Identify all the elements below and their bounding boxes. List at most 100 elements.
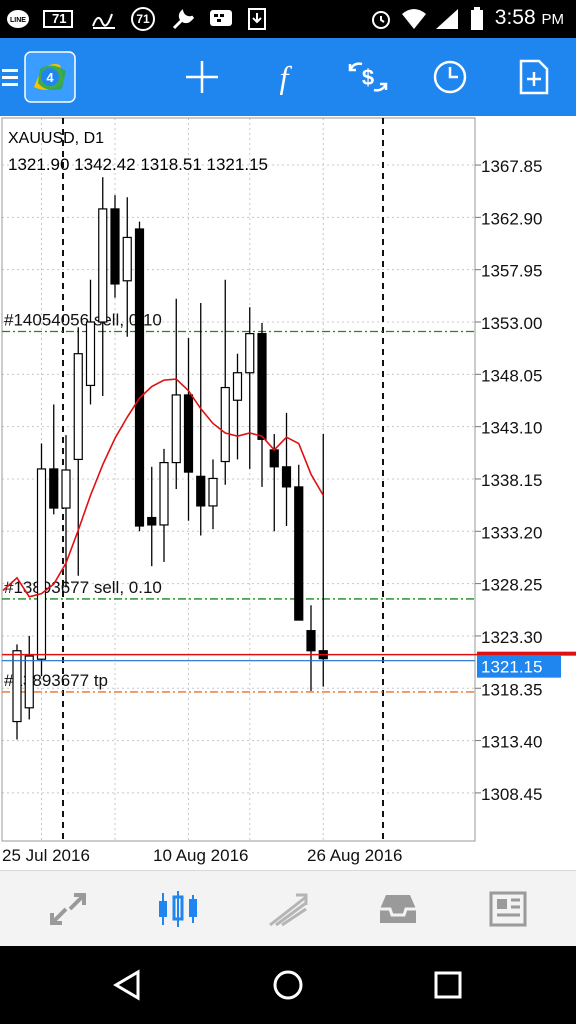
candle-body-bull: [220, 386, 230, 463]
chart-area[interactable]: #14054056 sell, 0.10 #13893677 sell, 0.10…: [0, 116, 576, 870]
x-axis-label: 26 Aug 2016: [307, 846, 402, 865]
candle: [134, 221, 145, 532]
candle-body-bear: [281, 466, 292, 488]
candle: [281, 412, 292, 527]
candle: [269, 434, 279, 532]
candle-body-bull: [73, 353, 83, 461]
y-tick-label: 1308.45: [481, 785, 542, 804]
candle-body-bull: [61, 469, 71, 509]
candle-body-bull: [12, 650, 22, 723]
candle: [294, 464, 304, 621]
candle: [110, 195, 120, 298]
candle-body-bear: [49, 468, 59, 509]
chart-grid: [2, 118, 475, 841]
y-tick-label: 1318.35: [481, 680, 542, 699]
clock-icon[interactable]: [420, 38, 480, 116]
chart-symbol: XAUUSD, D1: [8, 130, 104, 147]
y-tick-label: 1313.40: [481, 733, 542, 752]
add-document-icon[interactable]: [504, 38, 564, 116]
chart-ohlc: 1321.90 1342.42 1318.51 1321.15: [8, 155, 268, 174]
y-tick-label: 1333.20: [481, 523, 542, 542]
status-time-ampm: PM: [541, 11, 565, 28]
chart-frame: [1, 117, 476, 842]
badge-71-text: 71: [136, 12, 150, 26]
candle-body-bear: [110, 208, 120, 285]
function-glyph: f: [279, 58, 289, 95]
wrench-icon: [170, 8, 196, 30]
notification-71-icon: 71: [36, 8, 78, 30]
price-chart[interactable]: #14054056 sell, 0.10#13893677 sell, 0.10…: [0, 116, 576, 870]
y-axis-ticks: 1367.85 1362.90 1357.95 1353.00 1348.05 1343.…: [475, 157, 542, 804]
trade-icon[interactable]: $: [338, 38, 398, 116]
alarm-icon: [368, 8, 394, 30]
price-badge-text: 1321.15: [481, 658, 542, 677]
y-tick-label: 1328.25: [481, 576, 542, 595]
crosshair-icon[interactable]: [172, 38, 232, 116]
candle-body-bear: [269, 449, 279, 468]
system-nav: [0, 946, 576, 1024]
candle-body-bull: [232, 372, 243, 401]
y-tick-label: 1367.85: [481, 157, 542, 176]
bottom-nav: [0, 870, 576, 947]
battery-icon: [470, 7, 484, 30]
download-icon: [246, 8, 268, 30]
y-tick-label: 1323.30: [481, 628, 542, 647]
candle: [12, 644, 22, 740]
candle: [98, 177, 108, 396]
home-icon[interactable]: [243, 946, 333, 1024]
candle: [318, 434, 328, 687]
history-inbox-icon[interactable]: [358, 871, 438, 947]
candle-body-bull: [24, 655, 34, 709]
wifi-icon: [400, 8, 428, 30]
status-time: 3:58 PM: [495, 6, 564, 30]
x-axis-label: 10 Aug 2016: [153, 846, 248, 865]
function-icon[interactable]: f: [254, 38, 314, 116]
candle-body-bull: [208, 477, 218, 507]
signature-icon: [90, 8, 118, 30]
top-toolbar: 4 f $: [0, 38, 576, 116]
badge-71-icon: 71: [128, 7, 158, 31]
y-tick-label: 1338.15: [481, 471, 542, 490]
candle: [220, 279, 230, 485]
candle-body-bear: [147, 516, 157, 526]
bid-marker: [477, 651, 576, 656]
y-tick-label: 1353.00: [481, 314, 542, 333]
svg-text:LINE: LINE: [10, 17, 26, 24]
candle-body-bear: [294, 486, 304, 621]
y-tick-label: 1362.90: [481, 209, 542, 228]
candle-body-bear: [183, 394, 194, 473]
status-bar: LINE 71 71 3:58 PM: [0, 0, 576, 38]
svg-text:$: $: [362, 65, 374, 90]
candle-body-bull: [122, 236, 132, 282]
candle: [147, 466, 157, 567]
back-icon[interactable]: [82, 946, 172, 1024]
metatrader-logo-icon[interactable]: 4: [22, 38, 78, 116]
candle-body-bull: [36, 468, 47, 660]
menu-icon[interactable]: [0, 38, 22, 116]
bbm-icon: [208, 8, 234, 30]
candle: [208, 459, 218, 530]
candle: [36, 443, 47, 677]
candle-body-bull: [85, 321, 96, 387]
candle-body-bear: [257, 333, 267, 440]
candle-body-bear: [134, 228, 145, 527]
quotes-icon[interactable]: [28, 871, 108, 947]
status-time-value: 3:58: [494, 6, 536, 29]
candle: [257, 323, 267, 487]
line-app-icon: LINE: [6, 8, 30, 30]
y-tick-label: 1348.05: [481, 366, 542, 385]
order-lines: #14054056 sell, 0.10#13893677 sell, 0.10…: [2, 311, 475, 693]
trade-nav-icon[interactable]: [248, 871, 328, 947]
recents-icon[interactable]: [403, 946, 493, 1024]
news-icon[interactable]: [468, 871, 548, 947]
candle-body-bull: [245, 333, 255, 374]
x-axis-label: 25 Jul 2016: [2, 846, 90, 865]
candle: [159, 448, 169, 562]
candle: [306, 605, 316, 691]
candle-body-bull: [171, 394, 181, 464]
y-tick-label: 1343.10: [481, 419, 542, 438]
svg-text:4: 4: [46, 70, 54, 85]
chart-candles-icon[interactable]: [138, 871, 218, 947]
y-tick-label: 1357.95: [481, 262, 542, 281]
candle: [183, 337, 194, 521]
